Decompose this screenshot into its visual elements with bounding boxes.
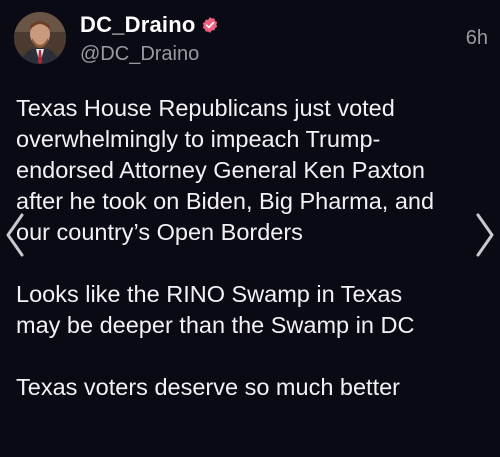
profile-photo bbox=[14, 12, 66, 64]
chevron-left-icon bbox=[6, 213, 24, 257]
verified-badge-icon bbox=[201, 16, 219, 34]
post-timestamp: 6h bbox=[465, 27, 488, 49]
post-paragraph: Texas voters deserve so much better bbox=[16, 374, 401, 400]
post-body: Texas House Republicans just voted overw… bbox=[16, 93, 486, 403]
post-paragraph: Looks like the RINO Swamp in Texas may b… bbox=[16, 281, 415, 338]
author-name-row[interactable]: DC_Draino bbox=[80, 12, 219, 38]
next-button[interactable] bbox=[474, 212, 496, 258]
post-paragraph: Texas House Republicans just voted overw… bbox=[16, 95, 435, 245]
author-display-name[interactable]: DC_Draino bbox=[80, 12, 196, 38]
avatar[interactable] bbox=[14, 12, 66, 64]
chevron-right-icon bbox=[476, 213, 494, 257]
previous-button[interactable] bbox=[4, 212, 26, 258]
author-handle[interactable]: @DC_Draino bbox=[80, 42, 199, 66]
